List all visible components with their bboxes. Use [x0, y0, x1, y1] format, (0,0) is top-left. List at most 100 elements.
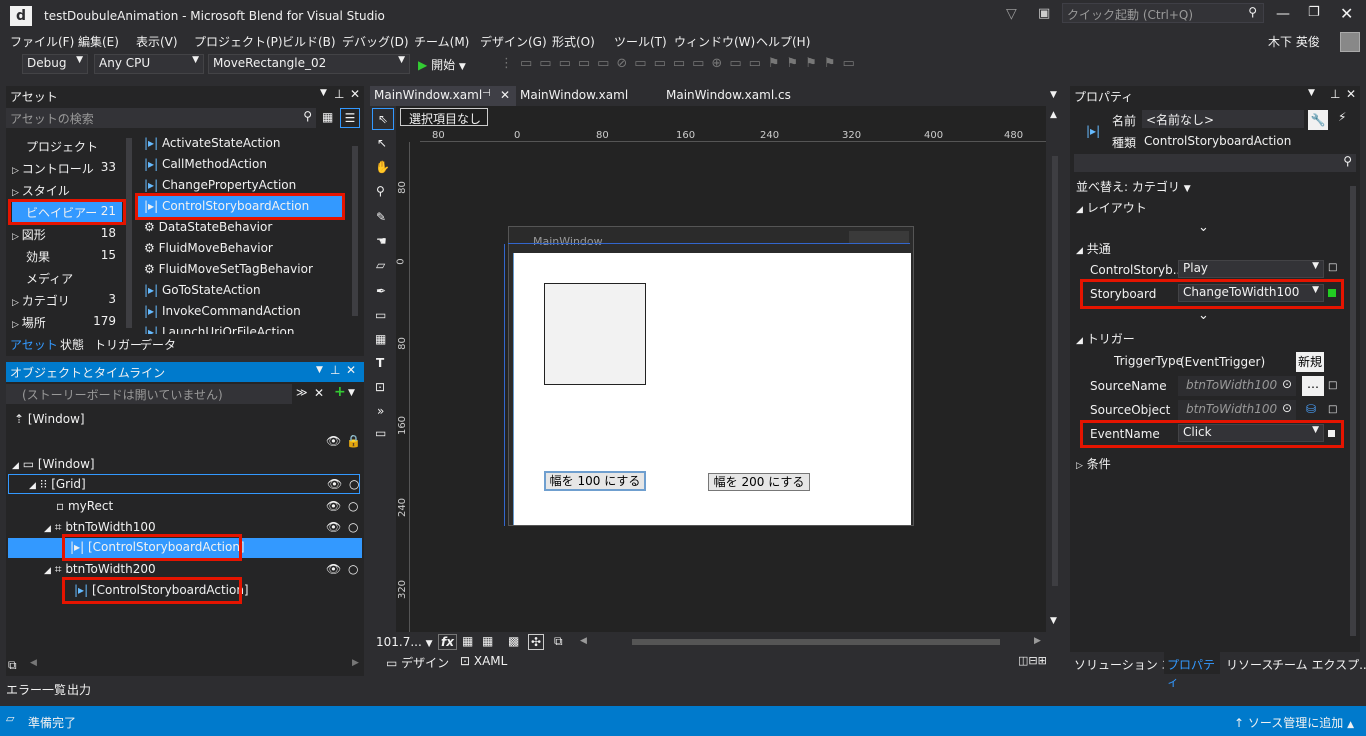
- category-shapes[interactable]: ▷ 図形 18: [12, 226, 122, 243]
- menu-tools[interactable]: ツール(T): [614, 33, 667, 50]
- search-icon[interactable]: ⚲: [303, 109, 312, 123]
- asset-item[interactable]: ⚙ FluidMoveSetTagBehavior: [144, 262, 313, 276]
- scroll-right-icon[interactable]: ▶: [1034, 636, 1041, 646]
- close-icon[interactable]: ✕: [350, 87, 360, 101]
- category-categories[interactable]: ▷ カテゴリ 3: [12, 292, 122, 309]
- tree-grid[interactable]: ◢ ⁝⁝ [Grid] 👁 ○: [8, 474, 360, 494]
- add-storyboard-icon[interactable]: +: [334, 384, 346, 400]
- section-condition[interactable]: ▷ 条件: [1076, 455, 1111, 472]
- dropdown-icon[interactable]: ▼: [1308, 88, 1315, 98]
- startup-select[interactable]: MoveRectangle_02 ▼: [208, 54, 410, 74]
- events-view-icon[interactable]: ⚡: [1338, 110, 1346, 124]
- direct-select-tool-icon[interactable]: ↖: [377, 136, 387, 150]
- lock-toggle-icon[interactable]: ○: [349, 477, 359, 491]
- canvas-vertical-scrollbar[interactable]: ▲ ▼: [1046, 106, 1064, 636]
- fx-toggle-icon[interactable]: fx: [438, 634, 457, 650]
- tab-assets[interactable]: アセット: [10, 336, 58, 353]
- maximize-button[interactable]: ❐: [1308, 5, 1320, 20]
- scroll-right-icon[interactable]: ▶: [352, 658, 359, 668]
- search-icon[interactable]: ⚲: [1248, 5, 1257, 19]
- properties-search-input[interactable]: ⚲: [1074, 154, 1356, 172]
- snap-grid-icon[interactable]: ▦: [482, 634, 493, 648]
- properties-view-icon[interactable]: 🔧: [1308, 110, 1328, 130]
- name-input[interactable]: <名前なし>: [1142, 110, 1304, 128]
- rectangle-tool-icon[interactable]: ▭: [375, 308, 386, 322]
- zoom-select[interactable]: 101.7... ▼: [376, 635, 433, 649]
- tab-output[interactable]: 出力: [67, 681, 91, 698]
- close-button[interactable]: ✕: [1340, 4, 1353, 23]
- menu-design[interactable]: デザイン(G): [480, 33, 547, 50]
- menu-help[interactable]: ヘルプ(H): [756, 33, 810, 50]
- menu-build[interactable]: ビルド(B): [282, 33, 336, 50]
- tab-mainwindow-xaml[interactable]: MainWindow.xaml: [520, 88, 628, 102]
- tab-states[interactable]: 状態: [60, 336, 84, 353]
- tab-mainwindow-xaml-cs[interactable]: MainWindow.xaml.cs: [666, 88, 791, 102]
- timeline-icon[interactable]: ⧉: [8, 658, 17, 673]
- category-controls[interactable]: ▷ コントロール 33: [12, 160, 122, 177]
- section-common[interactable]: ◢ 共通: [1076, 240, 1111, 257]
- btn-to-width-100[interactable]: 幅を 100 にする: [544, 471, 646, 491]
- scroll-left-icon[interactable]: ◀: [30, 658, 37, 668]
- new-trigger-button[interactable]: 新規: [1296, 352, 1324, 372]
- annotations-icon[interactable]: ⧉: [554, 634, 563, 649]
- storyboard-select[interactable]: (ストーリーボードは開いていません): [6, 384, 292, 404]
- scroll-left-icon[interactable]: ◀: [580, 636, 587, 646]
- eye-icon[interactable]: 👁: [326, 499, 341, 513]
- eye-icon[interactable]: 👁: [326, 520, 341, 534]
- source-object-input[interactable]: btnToWidth100 ⊙: [1178, 400, 1296, 420]
- tree-btntowidth200[interactable]: ◢ ⌗ btnToWidth200: [44, 562, 156, 577]
- pin-icon[interactable]: ⊥: [1330, 87, 1340, 101]
- advanced-options-icon[interactable]: □: [1328, 380, 1337, 391]
- pen-tool-icon[interactable]: ✒: [376, 284, 386, 298]
- grid-toggle-icon[interactable]: ▦: [462, 634, 473, 648]
- text-tool-icon[interactable]: T: [376, 356, 384, 370]
- asset-item[interactable]: |▸| InvokeCommandAction: [144, 304, 301, 318]
- tab-design[interactable]: ▭ デザイン: [386, 654, 449, 671]
- menu-window[interactable]: ウィンドウ(W): [674, 33, 755, 50]
- tab-data[interactable]: データ: [140, 336, 176, 353]
- eye-icon[interactable]: 👁: [326, 562, 341, 576]
- source-control-button[interactable]: ↑ ソース管理に追加 ▲: [1234, 714, 1354, 731]
- tab-overflow-icon[interactable]: ▼: [1050, 90, 1057, 100]
- tab-properties-active[interactable]: プロパティ: [1164, 652, 1220, 689]
- user-name[interactable]: 木下 英俊: [1268, 33, 1320, 50]
- tree-btntowidth100[interactable]: ◢ ⌗ btnToWidth100: [44, 520, 156, 535]
- dropdown-icon[interactable]: ▼: [320, 88, 327, 98]
- tree-myrect[interactable]: ▫ myRect: [56, 499, 113, 513]
- expand-icon[interactable]: ⌄: [1198, 220, 1209, 235]
- tab-resources[interactable]: リソース: [1226, 656, 1273, 673]
- start-button[interactable]: ▶ 開始 ▼: [418, 56, 466, 73]
- expand-icon[interactable]: ⌄: [1198, 308, 1209, 323]
- section-trigger[interactable]: ◢ トリガー: [1076, 330, 1135, 347]
- asset-item[interactable]: |▸| GoToStateAction: [144, 283, 261, 297]
- lock-icon[interactable]: 🔒: [346, 434, 361, 448]
- avatar[interactable]: [1340, 32, 1360, 52]
- close-icon[interactable]: ✕: [314, 386, 324, 400]
- toolbar-icons[interactable]: ⋮▭▭▭▭▭⊘▭▭▭▭⊕▭▭⚑⚑⚑⚑▭: [500, 56, 862, 71]
- dropdown-icon[interactable]: ▼: [348, 388, 355, 398]
- eye-icon[interactable]: 👁: [326, 434, 341, 448]
- advanced-options-icon[interactable]: □: [1328, 262, 1337, 273]
- browse-button[interactable]: …: [1302, 376, 1324, 396]
- dropdown-icon[interactable]: ▼: [316, 365, 323, 375]
- menu-debug[interactable]: デバッグ(D): [342, 33, 409, 50]
- tab-mainwindow-xaml-active[interactable]: MainWindow.xaml ⊣ ✕: [370, 86, 516, 106]
- source-name-input[interactable]: btnToWidth100 ⊙: [1178, 376, 1296, 396]
- pin-icon[interactable]: ⊥: [330, 363, 340, 377]
- lock-toggle-icon[interactable]: ○: [348, 499, 358, 513]
- config-select[interactable]: Debug ▼: [22, 54, 88, 74]
- pin-icon[interactable]: ⊣: [482, 88, 491, 99]
- close-icon[interactable]: ✕: [500, 88, 510, 102]
- output-window-icon[interactable]: ▱: [6, 712, 14, 725]
- category-styles[interactable]: ▷ スタイル: [12, 182, 70, 199]
- quick-launch-input[interactable]: クイック起動 (Ctrl+Q) ⚲: [1062, 3, 1264, 23]
- minimize-button[interactable]: —: [1276, 6, 1290, 22]
- section-layout[interactable]: ◢ レイアウト: [1076, 199, 1147, 216]
- category-project[interactable]: プロジェクト: [26, 138, 98, 155]
- paint-bucket-tool-icon[interactable]: ☚: [376, 234, 387, 248]
- assets-search-input[interactable]: アセットの検索 ⚲: [6, 108, 316, 128]
- more-tools-icon[interactable]: »: [377, 404, 384, 418]
- tab-xaml[interactable]: ⊡ XAML: [460, 654, 507, 668]
- items-scrollbar[interactable]: [352, 146, 358, 316]
- category-media[interactable]: メディア: [26, 270, 73, 287]
